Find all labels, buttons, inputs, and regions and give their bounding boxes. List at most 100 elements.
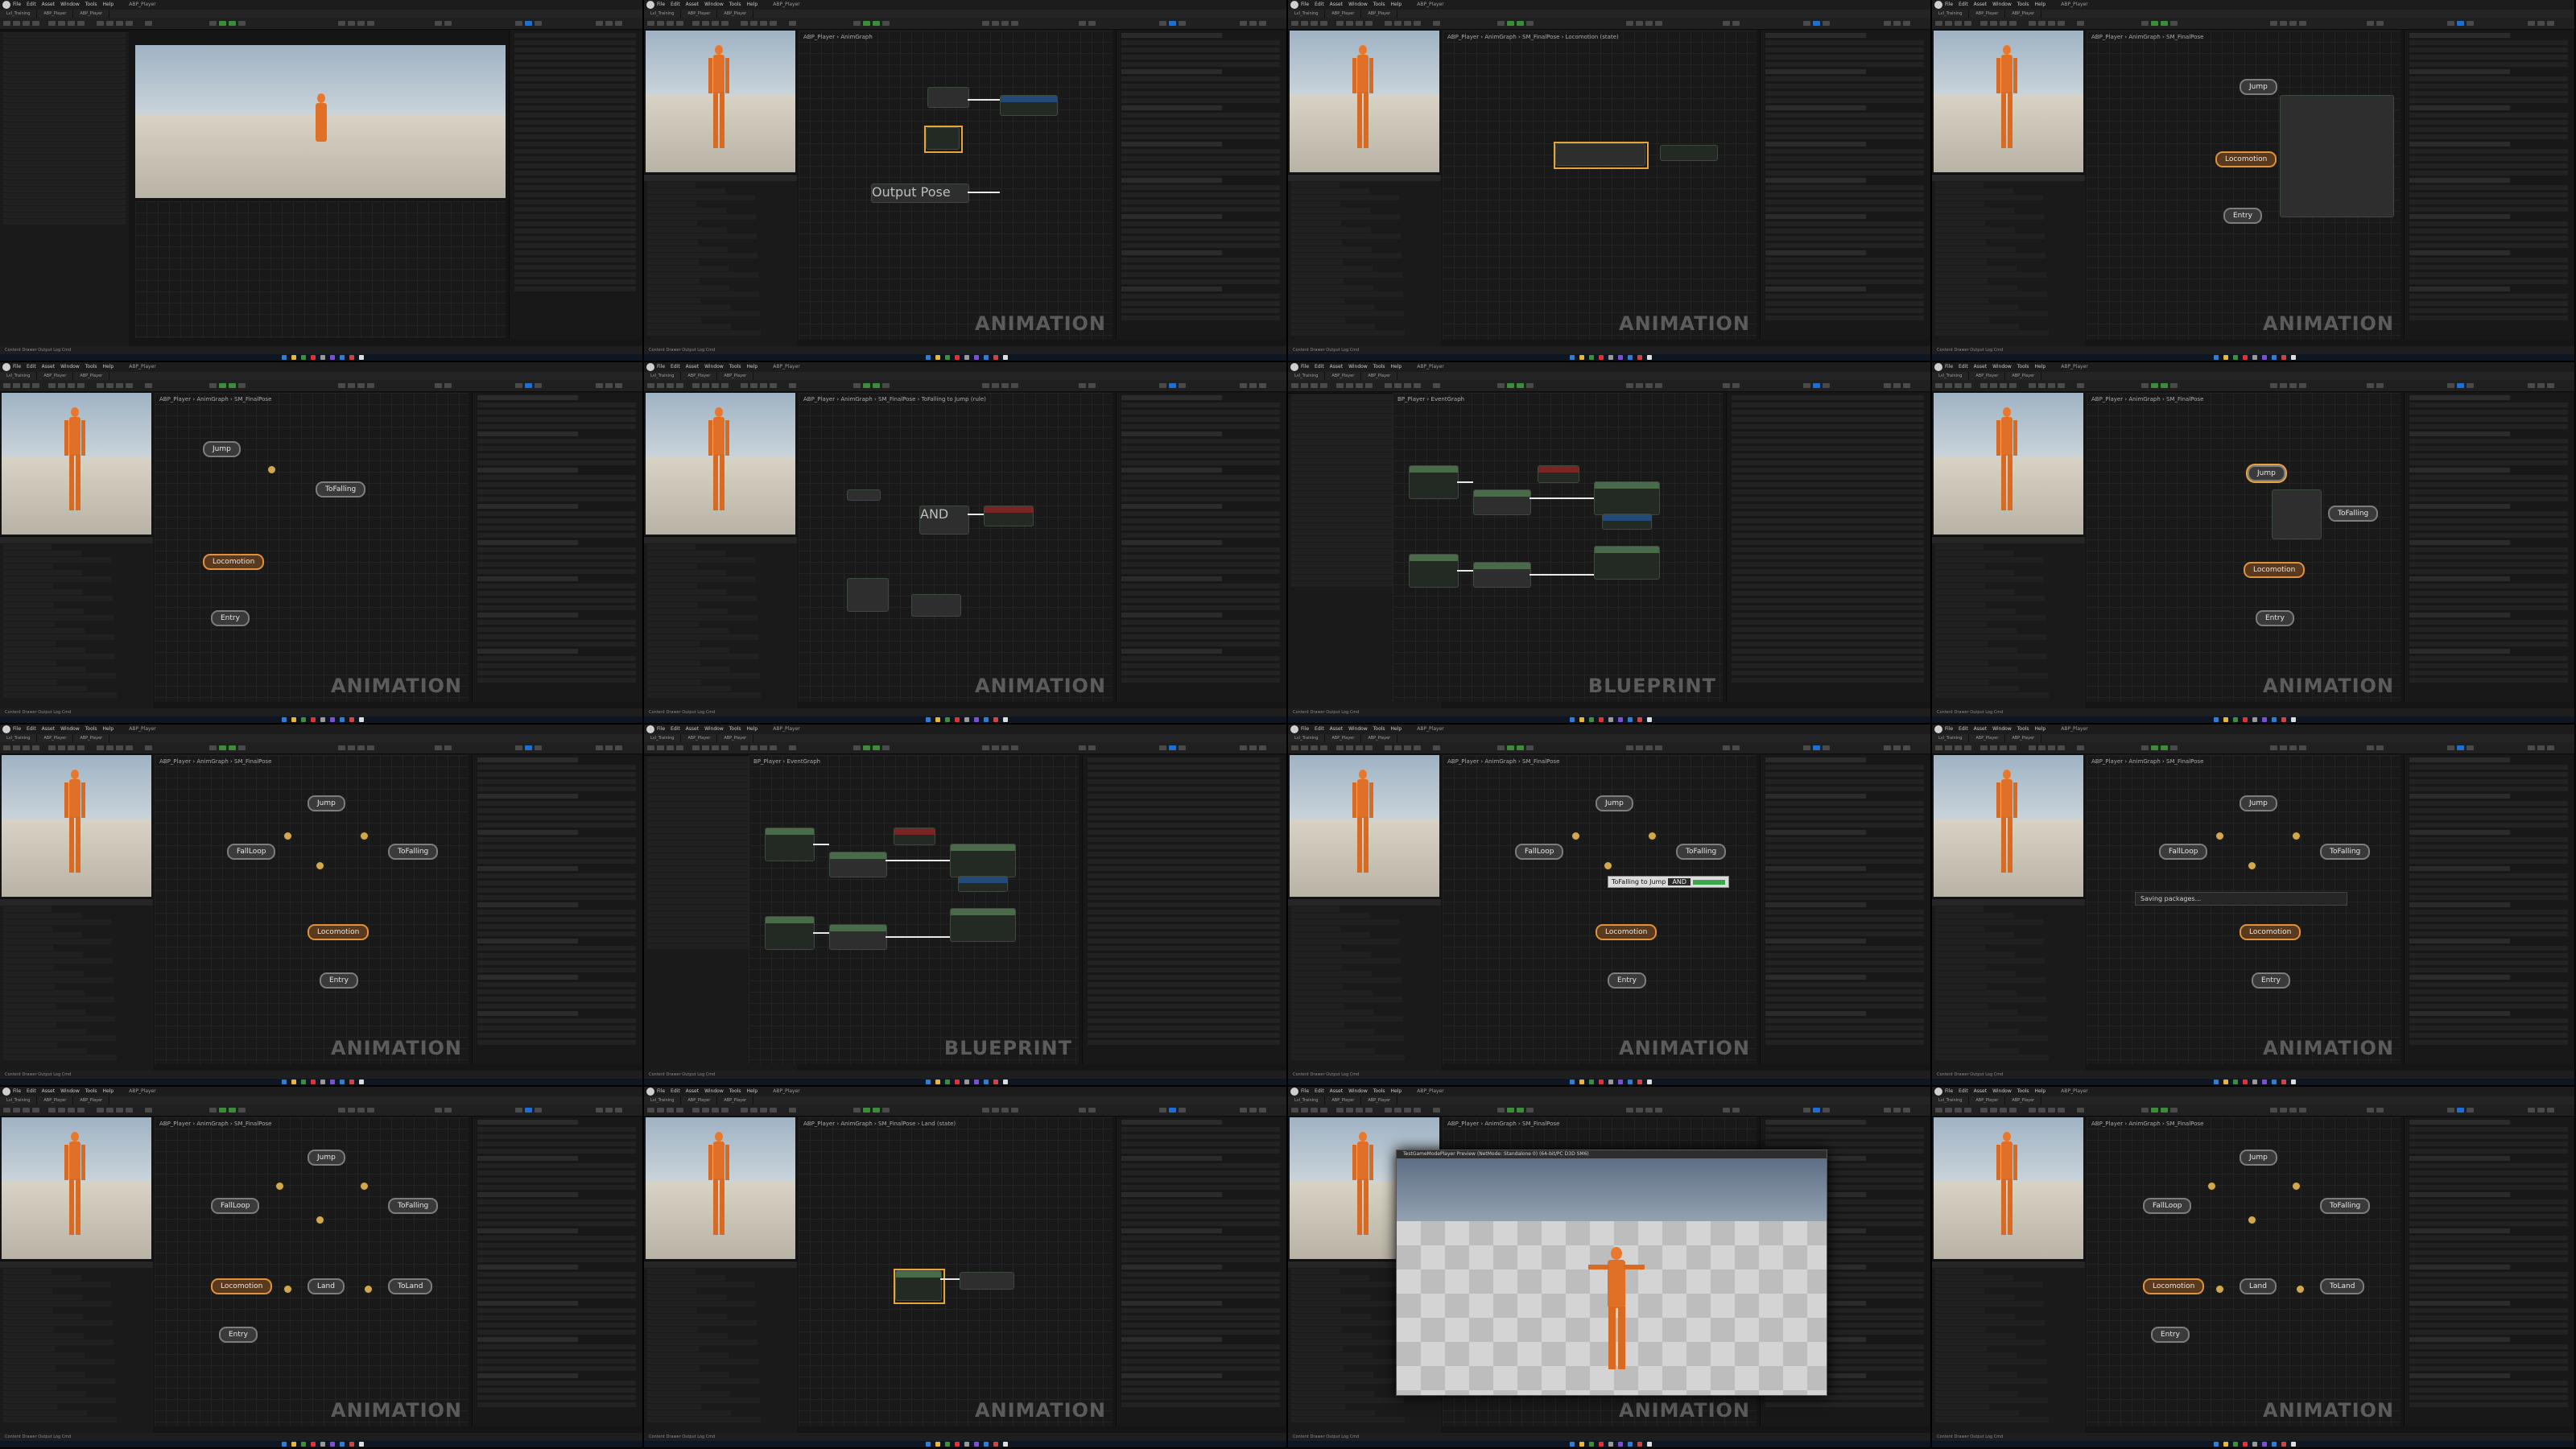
details-row[interactable] [477,902,579,907]
details-row[interactable] [1732,482,1924,487]
toolbar-button-icon[interactable] [615,383,622,388]
toolbar-button-icon[interactable] [219,383,226,388]
toolbar-button-icon[interactable] [2048,383,2055,388]
state-node-falllong[interactable]: FallLoop [211,1198,260,1214]
content-row[interactable] [514,91,636,96]
toolbar-button-icon[interactable] [1169,745,1176,750]
details-row[interactable] [1121,1294,1280,1298]
state-node-entry[interactable]: Entry [2252,972,2290,989]
details-row[interactable] [1121,69,1223,74]
toolbar-button-icon[interactable] [367,383,374,388]
details-row[interactable] [1121,1279,1280,1284]
panel-row[interactable] [647,634,758,640]
menu-item-asset[interactable]: Asset [42,726,55,732]
details-row[interactable] [1121,555,1280,559]
toolbar-button-icon[interactable] [615,1108,622,1113]
toolbar-button-icon[interactable] [1732,745,1740,750]
details-row[interactable] [1765,40,1924,45]
details-row[interactable] [1732,497,1924,502]
editor-tab[interactable]: ABP_Player [1969,734,2006,742]
taskbar-app-icon[interactable] [1003,1080,1008,1084]
taskbar-app-icon[interactable] [282,717,287,722]
panel-row[interactable] [3,654,115,659]
details-row[interactable] [2409,1149,2568,1154]
taskbar-app-icon[interactable] [2223,1442,2228,1447]
details-row[interactable] [1121,1344,1280,1349]
details-row[interactable] [2409,830,2511,835]
panel-row[interactable] [647,1352,729,1358]
panel-row[interactable] [647,266,729,271]
transition-rule-icon[interactable] [267,465,276,474]
menu-item-window[interactable]: Window [60,364,80,369]
toolbar-button-icon[interactable] [1723,383,1730,388]
status-left[interactable]: Content Drawer Output Log Cmd [1937,1435,2003,1439]
details-row[interactable] [477,975,579,980]
details-row[interactable] [477,1366,636,1371]
details-row[interactable] [477,482,636,487]
toolbar-button-icon[interactable] [1813,1108,1820,1113]
toolbar-button-icon[interactable] [2299,21,2306,26]
toolbar-button-icon[interactable] [32,383,39,388]
toolbar-button-icon[interactable] [1240,21,1247,26]
panel-row[interactable] [1291,1055,1405,1060]
details-row[interactable] [1765,1033,1924,1038]
toolbar-button-icon[interactable] [1011,1108,1018,1113]
panel-row[interactable] [647,259,699,265]
toolbar-button-icon[interactable] [863,383,870,388]
blueprint-node[interactable] [1602,514,1652,530]
result-node[interactable] [984,506,1034,526]
toolbar-button-icon[interactable] [1655,745,1662,750]
details-row[interactable] [477,794,579,799]
panel-row[interactable] [1935,686,2019,691]
details-row[interactable] [1088,873,1280,878]
preview-viewport[interactable] [646,393,795,535]
details-row[interactable] [2409,671,2568,675]
details-row[interactable] [2409,40,2568,45]
toolbar-button-icon[interactable] [596,745,603,750]
toolbar-button-icon[interactable] [1159,1108,1166,1113]
panel-row[interactable] [1935,667,2018,672]
toolbar-button-icon[interactable] [2009,1108,2017,1113]
toolbar-button-icon[interactable] [1526,1108,1534,1113]
outliner-row[interactable] [3,129,126,134]
details-row[interactable] [2409,772,2568,777]
taskbar-app-icon[interactable] [964,1442,969,1447]
details-row[interactable] [1765,105,1867,110]
details-row[interactable] [1088,758,1280,762]
details-row[interactable] [2409,265,2568,270]
details-row[interactable] [1121,1163,1280,1168]
content-row[interactable] [514,163,636,168]
details-row[interactable] [2409,200,2568,204]
toolbar-button-icon[interactable] [116,21,123,26]
details-row[interactable] [2409,468,2511,473]
panel-row[interactable] [3,615,114,621]
panel-row[interactable] [1935,654,2047,659]
toolbar-button-icon[interactable] [853,745,861,750]
toolbar-button-icon[interactable] [1433,383,1440,388]
toolbar-button-icon[interactable] [1336,21,1344,26]
toolbar-button-icon[interactable] [348,1108,355,1113]
toolbar-button-icon[interactable] [229,383,236,388]
toolbar-button-icon[interactable] [1497,745,1505,750]
panel-row[interactable] [3,589,83,595]
toolbar-button-icon[interactable] [116,383,123,388]
details-row[interactable] [1088,1026,1280,1030]
details-row[interactable] [2409,127,2568,132]
details-row[interactable] [1765,91,1924,96]
toolbar-button-icon[interactable] [2141,1108,2149,1113]
details-row[interactable] [477,844,636,849]
taskbar-app-icon[interactable] [2291,1442,2296,1447]
panel-row[interactable] [1291,1294,1370,1300]
panel-row[interactable] [3,679,57,685]
panel-row[interactable] [1935,1333,2016,1339]
toolbar-button-icon[interactable] [702,21,709,26]
taskbar-app-icon[interactable] [2223,355,2228,360]
panel-row[interactable] [3,596,113,601]
transition-rule-icon[interactable] [2296,1285,2305,1294]
toolbar-button-icon[interactable] [692,21,700,26]
toolbar-button-icon[interactable] [1301,745,1308,750]
details-row[interactable] [2409,989,2568,994]
taskbar-app-icon[interactable] [311,355,316,360]
details-row[interactable] [2409,765,2568,770]
taskbar-app-icon[interactable] [1637,717,1642,722]
